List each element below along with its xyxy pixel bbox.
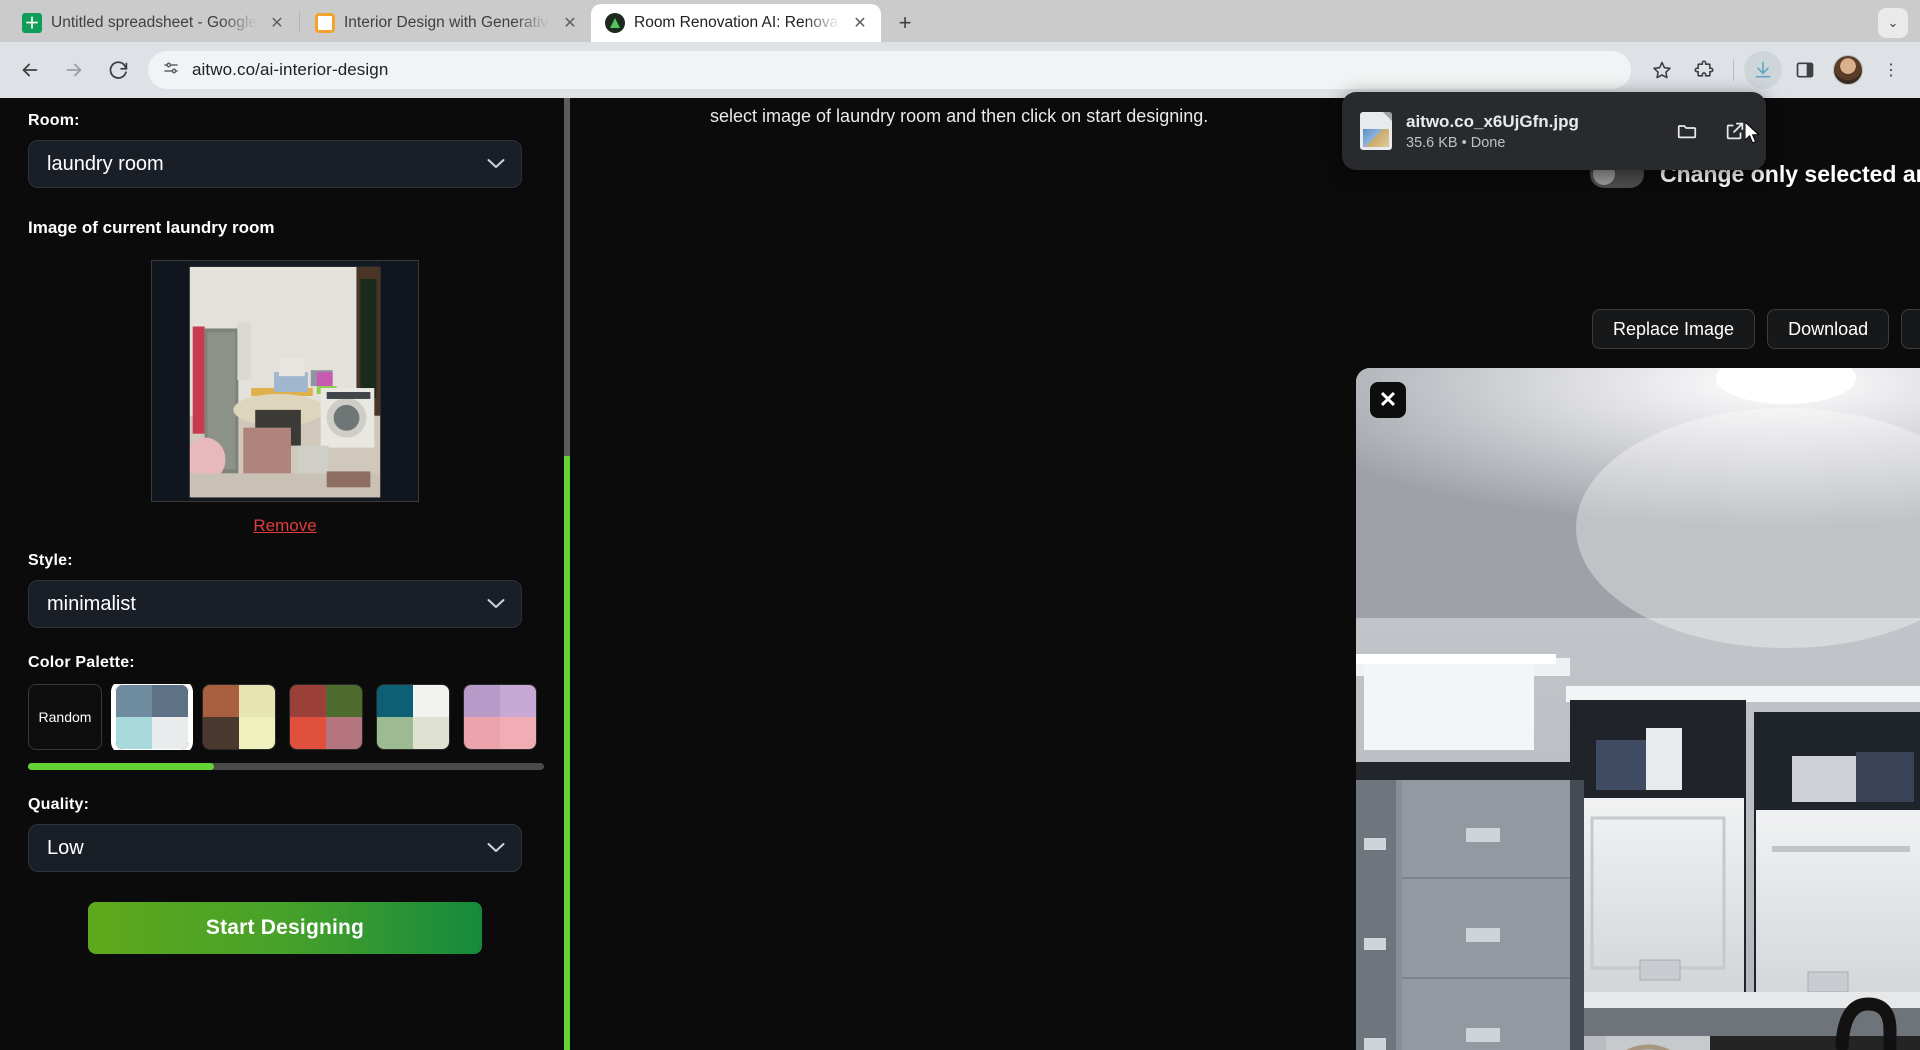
replace-image-button[interactable]: Replace Image bbox=[1592, 309, 1755, 349]
palette-color-2 bbox=[413, 685, 449, 717]
start-designing-button[interactable]: Start Designing bbox=[88, 902, 482, 954]
palette-color-1 bbox=[377, 685, 413, 717]
style-select-value: minimalist bbox=[47, 593, 136, 616]
current-room-thumbnail[interactable] bbox=[151, 260, 419, 502]
quality-select[interactable]: Low bbox=[28, 824, 522, 872]
palette-swatch-random[interactable]: Random bbox=[28, 684, 102, 750]
room-select[interactable]: laundry room bbox=[28, 140, 522, 188]
palette-color-3 bbox=[377, 717, 413, 749]
download-button[interactable]: Download bbox=[1767, 309, 1889, 349]
palette-swatch-red-green[interactable] bbox=[289, 684, 363, 750]
tab-title: Untitled spreadsheet - Google Sheets bbox=[51, 14, 257, 32]
palette-scrollbar-thumb[interactable] bbox=[28, 763, 214, 770]
quality-select-value: Low bbox=[47, 837, 84, 860]
browser-window: Untitled spreadsheet - Google Sheets ✕ I… bbox=[0, 0, 1920, 1050]
tab-untitled-spreadsheet[interactable]: Untitled spreadsheet - Google Sheets ✕ bbox=[8, 4, 298, 42]
tab-title: Interior Design with Generative AI bbox=[344, 14, 550, 32]
palette-color-2 bbox=[152, 685, 188, 717]
palette-color-1 bbox=[464, 685, 500, 717]
palette-scrollbar[interactable] bbox=[28, 763, 544, 770]
palette-color-3 bbox=[203, 717, 239, 749]
preview-image bbox=[1356, 368, 1920, 1050]
browser-toolbar: aitwo.co/ai-interior-design ⋮ bbox=[0, 42, 1920, 98]
page-bottom-strip bbox=[1710, 1036, 1920, 1050]
palette-color-3 bbox=[290, 717, 326, 749]
style-label: Style: bbox=[28, 552, 542, 570]
bookmark-star-icon[interactable] bbox=[1643, 51, 1681, 89]
aitwo-logo-icon bbox=[605, 13, 625, 33]
instruction-text: select image of laundry room and then cl… bbox=[710, 106, 1208, 127]
show-in-folder-icon[interactable] bbox=[1670, 114, 1704, 148]
quality-label: Quality: bbox=[28, 796, 542, 814]
palette-color-4 bbox=[152, 717, 188, 749]
tab-title: Room Renovation AI: Renovate Your bbox=[634, 14, 840, 32]
style-select[interactable]: minimalist bbox=[28, 580, 522, 628]
close-icon[interactable]: ✕ bbox=[559, 12, 581, 34]
preview-actions: Replace Image Download Design bbox=[1592, 309, 1920, 349]
thumbnail-image bbox=[152, 261, 418, 501]
download-icon[interactable] bbox=[1744, 51, 1782, 89]
remove-image-link[interactable]: Remove bbox=[28, 516, 542, 536]
palette-swatch-blue-gray-teal[interactable] bbox=[115, 684, 189, 750]
download-status: 35.6 KB • Done bbox=[1406, 135, 1656, 151]
forward-icon bbox=[54, 50, 94, 90]
palette-color-3 bbox=[464, 717, 500, 749]
palette-color-4 bbox=[326, 717, 362, 749]
sheets-icon bbox=[22, 13, 42, 33]
image-section-title: Image of current laundry room bbox=[28, 218, 542, 238]
chevron-down-icon bbox=[487, 840, 505, 857]
palette-color-2 bbox=[326, 685, 362, 717]
chevron-down-icon bbox=[487, 596, 505, 613]
palette-color-4 bbox=[239, 717, 275, 749]
design-controls-sidebar: Room: laundry room Image of current laun… bbox=[0, 98, 570, 1050]
palette-color-4 bbox=[413, 717, 449, 749]
tab-divider bbox=[299, 11, 300, 31]
download-bubble[interactable]: aitwo.co_x6UjGfn.jpg 35.6 KB • Done bbox=[1342, 92, 1766, 170]
palette-color-1 bbox=[290, 685, 326, 717]
avatar[interactable] bbox=[1833, 55, 1863, 85]
palette-swatch-terracotta-cream[interactable] bbox=[202, 684, 276, 750]
tab-strip: Untitled spreadsheet - Google Sheets ✕ I… bbox=[0, 0, 1920, 42]
tab-interior-design[interactable]: Interior Design with Generative AI ✕ bbox=[301, 4, 591, 42]
close-icon[interactable]: ✕ bbox=[266, 12, 288, 34]
palette-swatch-lilac-pink[interactable] bbox=[463, 684, 537, 750]
palette-color-4 bbox=[500, 717, 536, 749]
palette-color-3 bbox=[116, 717, 152, 749]
download-filename: aitwo.co_x6UjGfn.jpg bbox=[1406, 112, 1656, 132]
palette-swatch-teal-sage[interactable] bbox=[376, 684, 450, 750]
color-palette-list[interactable]: Random bbox=[28, 684, 544, 750]
extensions-puzzle-icon[interactable] bbox=[1685, 51, 1723, 89]
address-bar[interactable]: aitwo.co/ai-interior-design bbox=[148, 51, 1631, 89]
close-icon[interactable]: ✕ bbox=[1370, 382, 1406, 418]
url-text: aitwo.co/ai-interior-design bbox=[192, 60, 388, 80]
room-label: Room: bbox=[28, 112, 542, 130]
browser-menu-icon[interactable]: ⋮ bbox=[1872, 51, 1910, 89]
page-content: Room: laundry room Image of current laun… bbox=[0, 98, 1920, 1050]
jpg-file-icon bbox=[1360, 112, 1392, 150]
room-select-value: laundry room bbox=[47, 153, 164, 176]
palette-color-2 bbox=[500, 685, 536, 717]
toolbar-divider bbox=[1733, 59, 1734, 81]
site-settings-icon[interactable] bbox=[162, 59, 180, 82]
chevron-down-icon bbox=[487, 156, 505, 173]
generated-image-preview[interactable]: ✕ bbox=[1356, 368, 1920, 1050]
back-icon[interactable] bbox=[10, 50, 50, 90]
tab-room-renovation-ai[interactable]: Room Renovation AI: Renovate Your ✕ bbox=[591, 4, 881, 42]
design-button[interactable]: Design bbox=[1901, 309, 1920, 349]
reload-icon[interactable] bbox=[98, 50, 138, 90]
side-panel-icon[interactable] bbox=[1786, 51, 1824, 89]
orange-square-icon bbox=[315, 13, 335, 33]
new-tab-button[interactable]: + bbox=[888, 6, 922, 40]
close-icon[interactable]: ✕ bbox=[849, 12, 871, 34]
design-preview-panel: select image of laundry room and then cl… bbox=[570, 98, 1920, 1050]
tab-search-chevron-down-icon[interactable]: ⌄ bbox=[1878, 8, 1908, 38]
palette-color-2 bbox=[239, 685, 275, 717]
color-palette-label: Color Palette: bbox=[28, 654, 542, 672]
palette-color-1 bbox=[116, 685, 152, 717]
palette-color-1 bbox=[203, 685, 239, 717]
palette-random-label: Random bbox=[39, 709, 92, 725]
mouse-cursor bbox=[1745, 122, 1761, 144]
download-meta: aitwo.co_x6UjGfn.jpg 35.6 KB • Done bbox=[1406, 112, 1656, 151]
